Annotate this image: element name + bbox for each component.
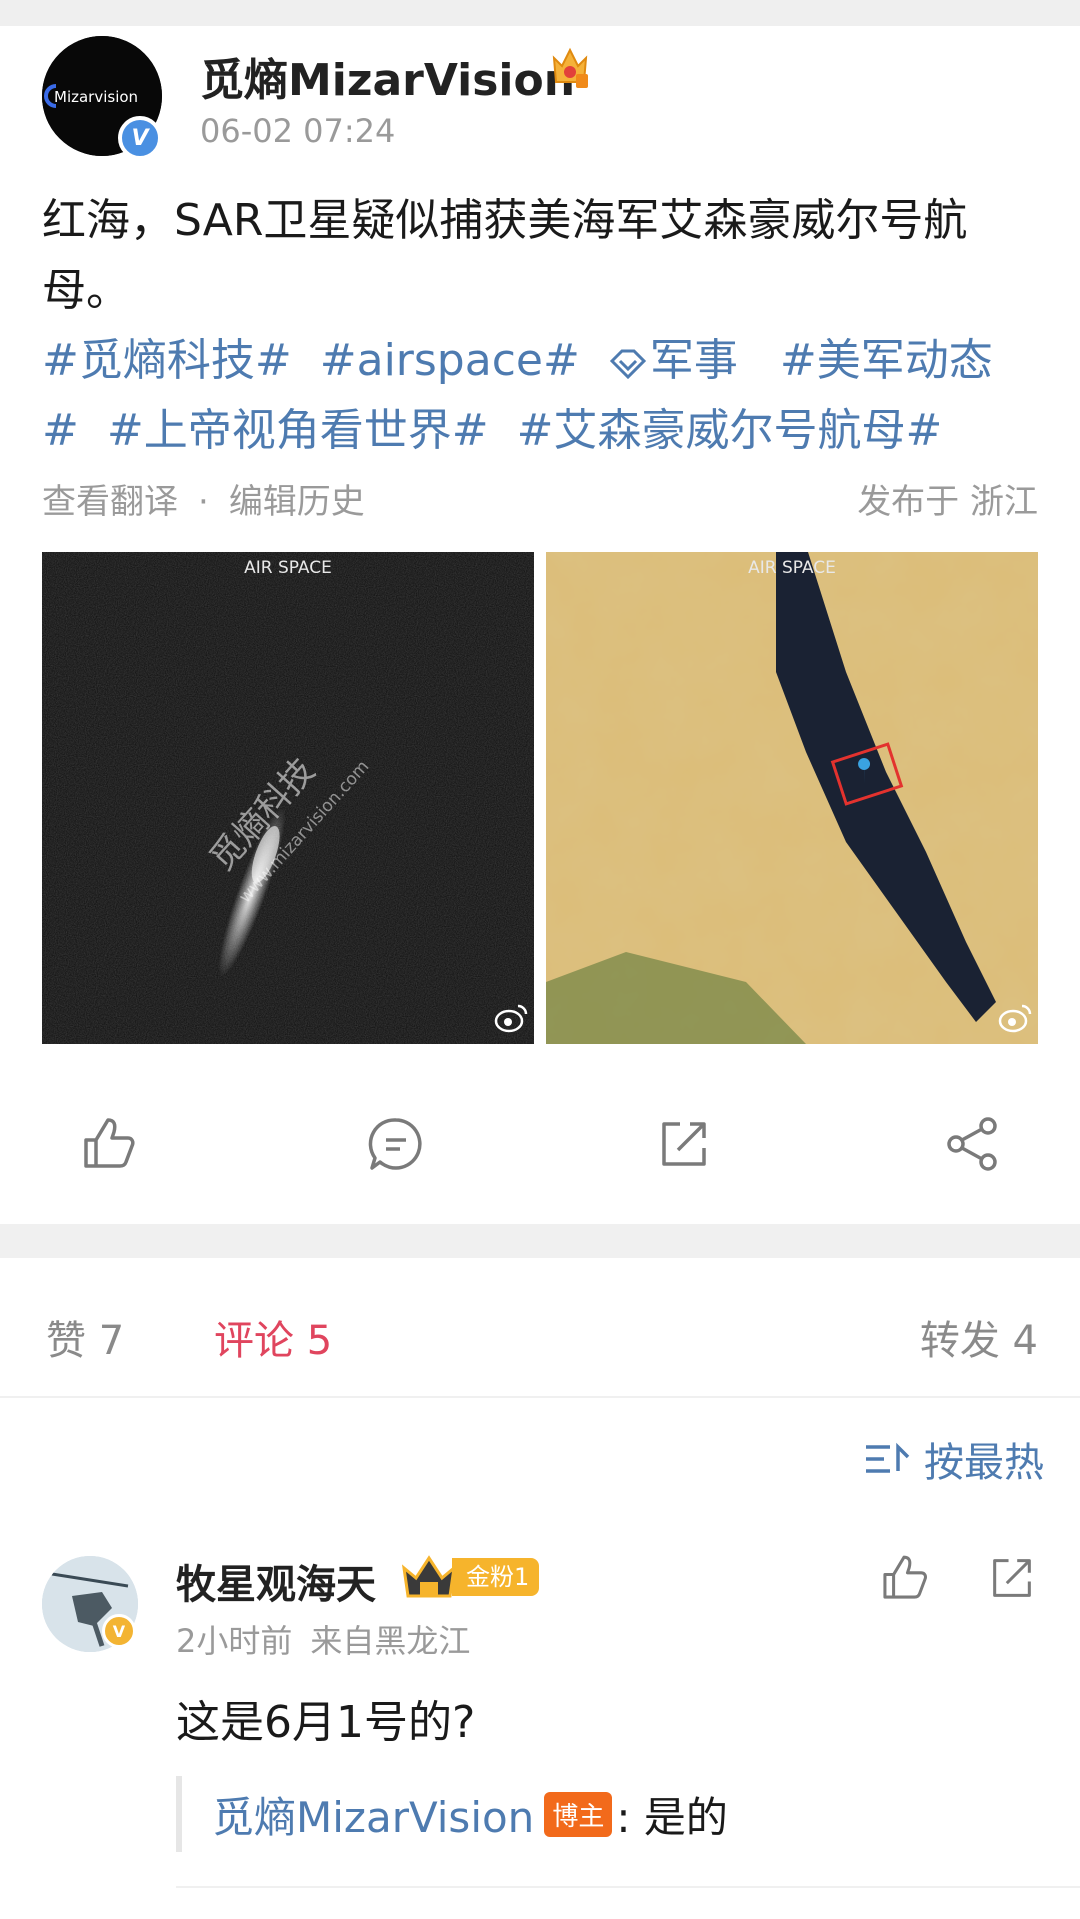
image-label: AIR SPACE [748,558,836,578]
sort-icon [866,1442,910,1473]
sar-satellite-image[interactable]: AIR SPACE 觅熵科技 www.mizarvision.com [42,552,534,1044]
diamond-icon [609,349,646,379]
red-sea-map-image[interactable]: AIR SPACE [546,552,1038,1044]
svg-text:Mizarvision: Mizarvision [54,88,138,106]
hashtag-military[interactable]: 军事 [608,335,752,386]
translate-link[interactable]: 查看翻译 [42,482,178,522]
reply-author[interactable]: 觅熵MizarVision [212,1784,534,1845]
author-name[interactable]: 觅熵MizarVision [200,44,575,108]
image-label: AIR SPACE [244,558,332,578]
weibo-watermark-icon [998,1004,1032,1033]
post-location: 发布于 浙江 [857,482,1038,522]
top-divider [0,0,1080,26]
tab-likes[interactable]: 赞 7 [46,1308,124,1366]
sort-button[interactable]: 按最热 [864,1430,1044,1488]
edit-history-link[interactable]: 编辑历史 [229,482,365,522]
section-divider [0,1224,1080,1258]
comment-time: 2小时前 [176,1622,293,1660]
hashtag-list: #觅熵科技# #airspace# 军事 #美军动态# #上帝视角看世界# #艾… [42,326,1042,466]
comment-divider [176,1886,1080,1888]
commenter-name[interactable]: 牧星观海天 [176,1552,376,1610]
tab-reposts[interactable]: 转发 4 [920,1308,1038,1366]
comment-text: 这是6月1号的? [176,1697,476,1748]
comment-repost-icon[interactable] [986,1552,1038,1604]
map-graphic [546,552,1038,1044]
verified-icon: V [118,116,162,160]
post-text: 红海，SAR卫星疑似捕获美海军艾森豪威尔号航母。 [42,195,968,316]
hashtag[interactable]: #airspace# [320,335,580,386]
verified-icon: V [102,1614,136,1648]
comment-location: 来自黑龙江 [310,1622,471,1660]
repost-icon[interactable] [654,1114,714,1174]
hashtag[interactable]: #觅熵科技# [42,335,292,386]
owner-badge: 博主 [544,1791,613,1837]
comment-like-icon[interactable] [878,1552,930,1604]
sort-label: 按最热 [924,1440,1044,1486]
post-action-bar [0,1090,1080,1210]
post-time: 06-02 07:24 [200,112,396,150]
fan-badge[interactable]: 金粉1 [452,1558,540,1596]
separator-dot: · [198,482,209,522]
tab-comments[interactable]: 评论 5 [214,1308,332,1366]
vip-crown-icon[interactable] [548,42,592,92]
stats-tab-bar: 赞 7 评论 5 转发 4 [0,1258,1080,1398]
share-icon[interactable] [942,1114,1002,1174]
post-meta-links: 查看翻译 · 编辑历史 [42,474,365,523]
reply-text: : 是的 [616,1792,728,1842]
comment-icon[interactable] [366,1114,426,1174]
comment-reply[interactable]: 觅熵MizarVision 博主 : 是的 [176,1776,1036,1852]
comment-meta: 2小时前 来自黑龙江 [176,1616,470,1662]
hashtag[interactable]: #上帝视角看世界# [107,405,489,456]
fan-crown-icon [401,1555,457,1598]
weibo-watermark-icon [494,1004,528,1033]
like-icon[interactable] [78,1114,138,1174]
hashtag[interactable]: #艾森豪威尔号航母# [517,405,943,456]
